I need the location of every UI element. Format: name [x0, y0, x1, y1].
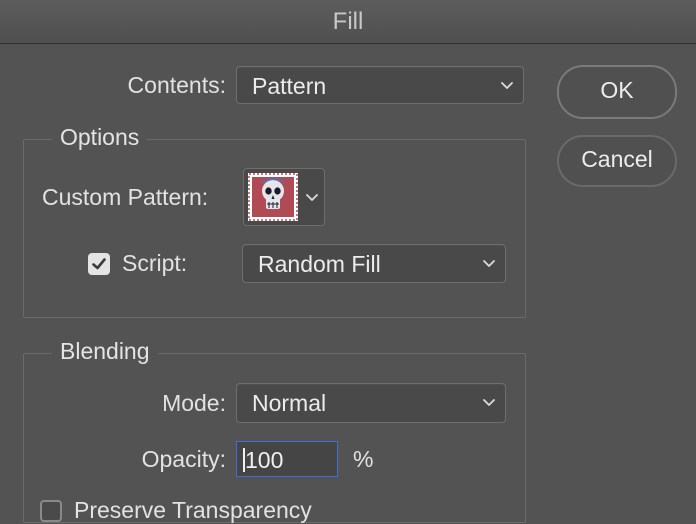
- script-select[interactable]: Random Fill: [242, 244, 506, 283]
- opacity-value: 100: [245, 447, 284, 473]
- contents-label: Contents:: [127, 72, 226, 98]
- opacity-label: Opacity:: [141, 446, 226, 472]
- chevron-down-icon: [501, 82, 513, 89]
- skull-pattern-icon: [248, 173, 298, 221]
- options-group: [23, 139, 526, 318]
- ok-button[interactable]: OK: [557, 65, 677, 119]
- chevron-down-icon: [306, 194, 318, 201]
- checkmark-icon: [92, 258, 106, 270]
- mode-value: Normal: [252, 390, 327, 416]
- window-title: Fill: [332, 8, 364, 35]
- custom-pattern-picker[interactable]: [243, 168, 325, 226]
- script-label: Script:: [122, 250, 188, 276]
- preserve-transparency-label: Preserve Transparency: [74, 497, 312, 523]
- chevron-down-icon: [483, 399, 495, 406]
- chevron-down-icon: [483, 260, 495, 267]
- mode-label: Mode:: [162, 390, 226, 416]
- options-title: Options: [52, 124, 148, 151]
- preserve-transparency-checkbox[interactable]: [40, 500, 62, 522]
- contents-value: Pattern: [252, 73, 327, 99]
- contents-select[interactable]: Pattern: [236, 66, 524, 104]
- title-bar: Fill: [0, 0, 696, 44]
- blending-title: Blending: [52, 338, 158, 365]
- opacity-unit: %: [353, 446, 374, 472]
- opacity-input[interactable]: 100: [236, 441, 338, 477]
- custom-pattern-label: Custom Pattern:: [42, 184, 209, 210]
- cancel-button[interactable]: Cancel: [557, 135, 677, 187]
- mode-select[interactable]: Normal: [236, 383, 506, 423]
- script-checkbox[interactable]: [88, 253, 110, 275]
- script-value: Random Fill: [258, 251, 381, 277]
